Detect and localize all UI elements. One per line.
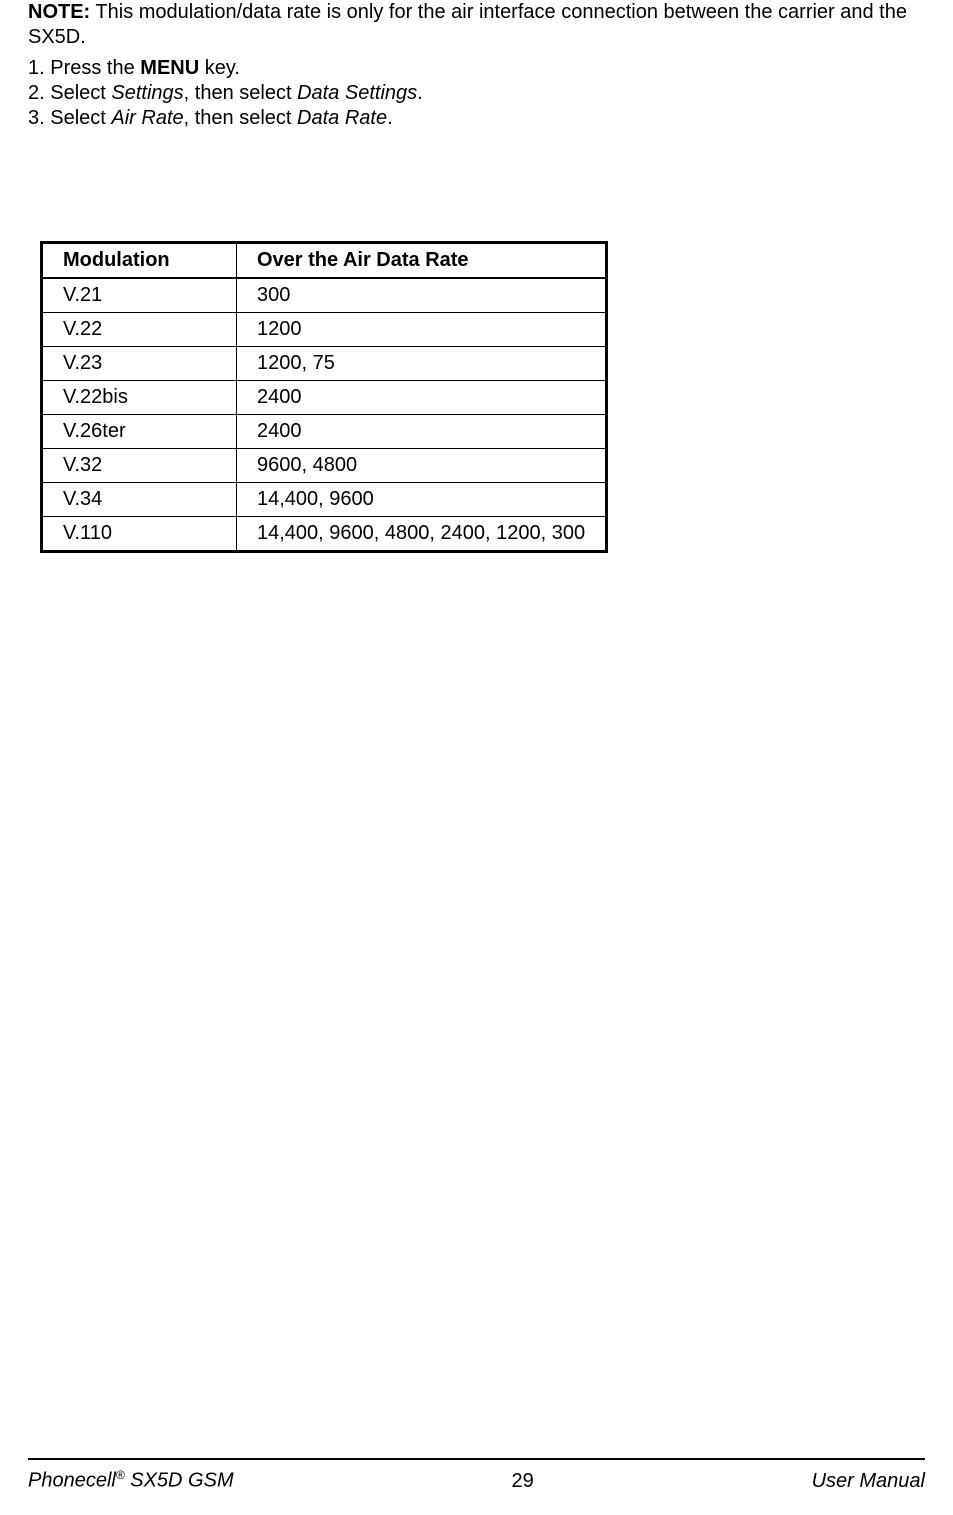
cell-rate: 2400 xyxy=(237,381,607,415)
cell-rate: 1200, 75 xyxy=(237,347,607,381)
step-3-prefix: 3. Select xyxy=(28,107,111,129)
modulation-table: Modulation Over the Air Data Rate V.21 3… xyxy=(40,241,608,553)
page-footer: Phonecell® SX5D GSM 29 User Manual xyxy=(28,1458,925,1493)
step-1: 1. Press the MENU key. xyxy=(28,56,925,81)
cell-rate: 9600, 4800 xyxy=(237,449,607,483)
cell-modulation: V.22 xyxy=(42,313,237,347)
table-row: V.32 9600, 4800 xyxy=(42,449,607,483)
cell-modulation: V.21 xyxy=(42,278,237,313)
note-label: NOTE: xyxy=(28,1,90,23)
table-body: V.21 300 V.22 1200 V.23 1200, 75 V.22bis… xyxy=(42,278,607,552)
cell-modulation: V.26ter xyxy=(42,415,237,449)
footer-model: SX5D GSM xyxy=(125,1470,234,1492)
header-data-rate: Over the Air Data Rate xyxy=(237,243,607,279)
footer-left: Phonecell® SX5D GSM xyxy=(28,1468,234,1493)
step-3-italic1: Air Rate xyxy=(111,107,183,129)
step-2-italic1: Settings xyxy=(111,82,183,104)
cell-rate: 1200 xyxy=(237,313,607,347)
table-row: V.22 1200 xyxy=(42,313,607,347)
table-row: V.22bis 2400 xyxy=(42,381,607,415)
header-modulation: Modulation xyxy=(42,243,237,279)
step-2: 2. Select Settings, then select Data Set… xyxy=(28,81,925,106)
cell-modulation: V.22bis xyxy=(42,381,237,415)
note-paragraph: NOTE: This modulation/data rate is only … xyxy=(28,0,925,50)
step-3-mid: , then select xyxy=(184,107,297,129)
steps-list: 1. Press the MENU key. 2. Select Setting… xyxy=(28,56,925,131)
cell-modulation: V.23 xyxy=(42,347,237,381)
footer-brand: Phonecell xyxy=(28,1470,116,1492)
cell-rate: 14,400, 9600 xyxy=(237,483,607,517)
footer-page-number: 29 xyxy=(511,1470,533,1493)
step-1-bold: MENU xyxy=(140,57,199,79)
note-text: This modulation/data rate is only for th… xyxy=(28,1,907,48)
cell-rate: 14,400, 9600, 4800, 2400, 1200, 300 xyxy=(237,517,607,552)
page-content: NOTE: This modulation/data rate is only … xyxy=(28,0,925,553)
table-header-row: Modulation Over the Air Data Rate xyxy=(42,243,607,279)
cell-modulation: V.110 xyxy=(42,517,237,552)
step-2-suffix: . xyxy=(417,82,423,104)
cell-rate: 2400 xyxy=(237,415,607,449)
cell-modulation: V.34 xyxy=(42,483,237,517)
cell-modulation: V.32 xyxy=(42,449,237,483)
footer-right: User Manual xyxy=(812,1470,925,1493)
step-1-prefix: 1. Press the xyxy=(28,57,140,79)
table-row: V.110 14,400, 9600, 4800, 2400, 1200, 30… xyxy=(42,517,607,552)
cell-rate: 300 xyxy=(237,278,607,313)
step-1-suffix: key. xyxy=(199,57,240,79)
table-row: V.21 300 xyxy=(42,278,607,313)
table-row: V.34 14,400, 9600 xyxy=(42,483,607,517)
footer-registered: ® xyxy=(116,1468,125,1482)
modulation-table-wrap: Modulation Over the Air Data Rate V.21 3… xyxy=(40,241,925,553)
step-2-italic2: Data Settings xyxy=(297,82,417,104)
table-row: V.26ter 2400 xyxy=(42,415,607,449)
table-row: V.23 1200, 75 xyxy=(42,347,607,381)
step-2-mid: , then select xyxy=(184,82,297,104)
step-3-suffix: . xyxy=(387,107,393,129)
step-3: 3. Select Air Rate, then select Data Rat… xyxy=(28,106,925,131)
step-2-prefix: 2. Select xyxy=(28,82,111,104)
step-3-italic2: Data Rate xyxy=(297,107,387,129)
